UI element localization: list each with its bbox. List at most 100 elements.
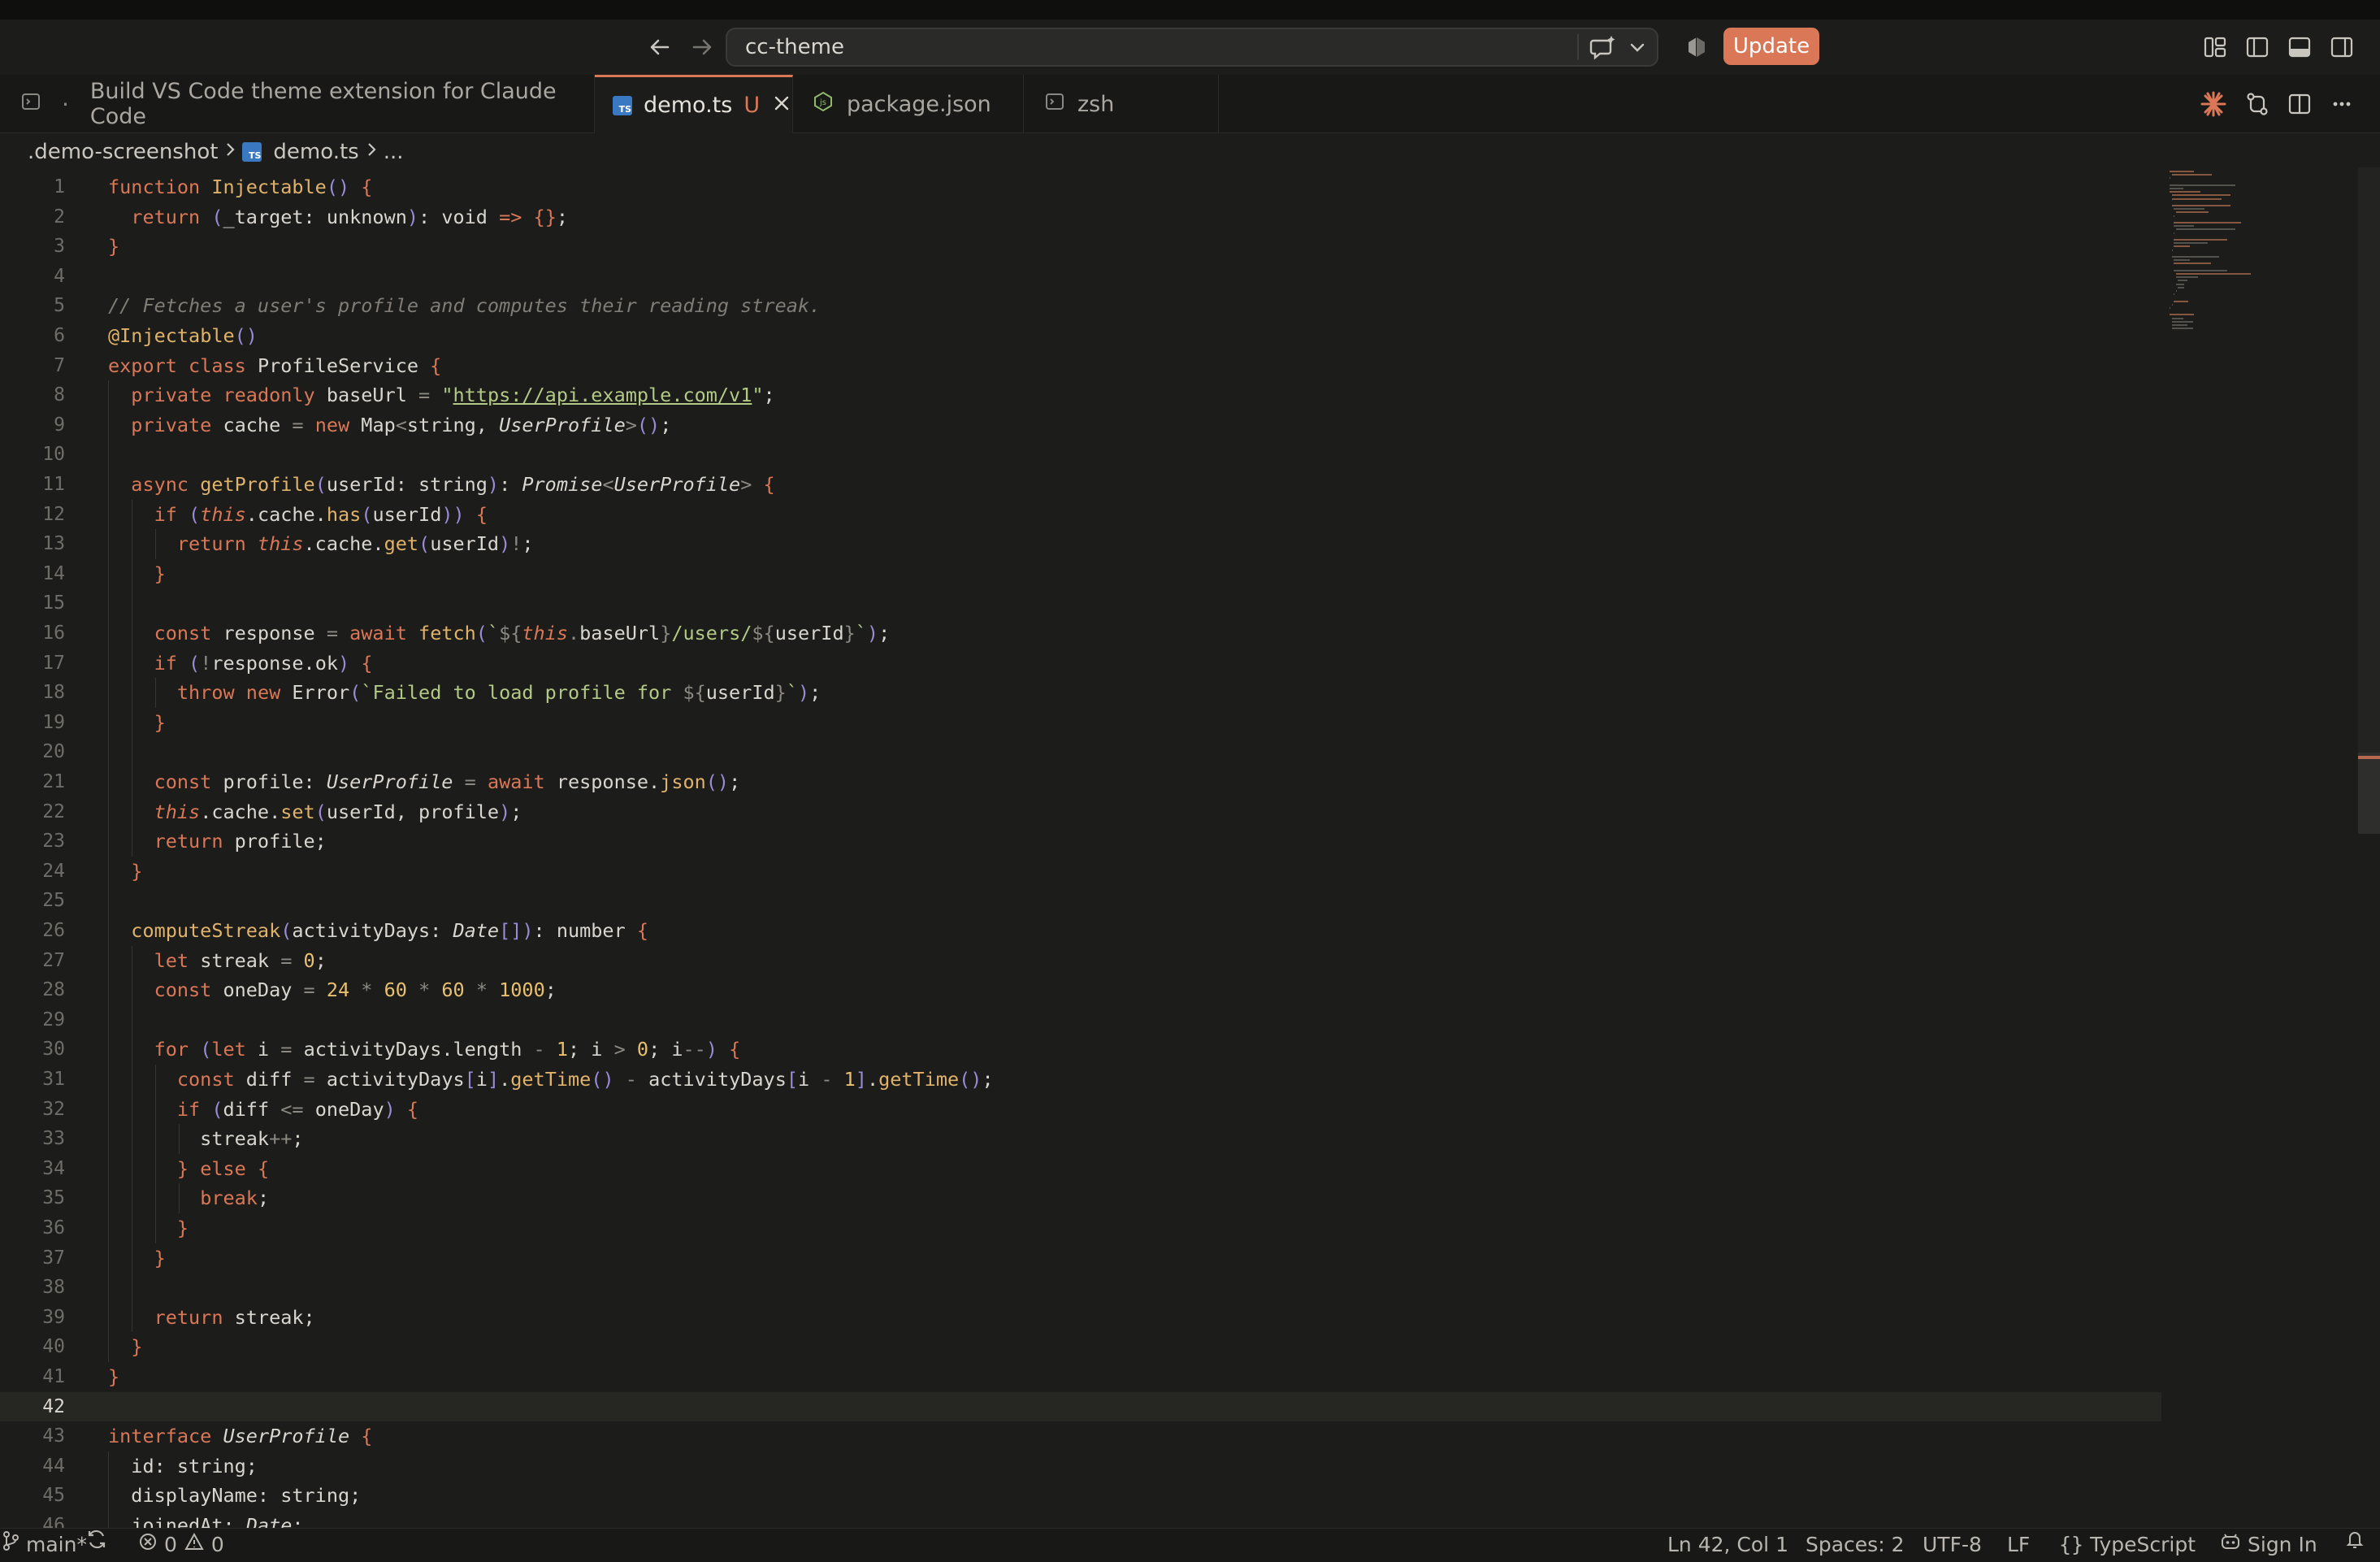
code-line[interactable]: 13 return this.cache.get(userId)!; (0, 529, 2161, 558)
code-line[interactable]: 30 for (let i = activityDays.length - 1;… (0, 1035, 2161, 1064)
code-line[interactable]: 32 if (diff <= oneDay) { (0, 1095, 2161, 1124)
code-line[interactable]: 2 return (_target: unknown): void => {}; (0, 202, 2161, 232)
code-line[interactable]: 11 async getProfile(userId: string): Pro… (0, 470, 2161, 499)
code-line[interactable]: 25 (0, 886, 2161, 915)
code-line[interactable]: 10 (0, 440, 2161, 469)
claude-sparkle-icon[interactable] (2199, 89, 2228, 122)
code-line[interactable]: 44 id: string; (0, 1451, 2161, 1481)
code-line[interactable]: 46 joinedAt: Date; (0, 1511, 2161, 1528)
code-text: } (131, 1335, 143, 1359)
code-line[interactable]: 15 (0, 588, 2161, 618)
command-center-search[interactable]: cc-theme (726, 28, 1658, 67)
sync-icon[interactable] (86, 1529, 107, 1550)
code-line[interactable]: 39 return streak; (0, 1303, 2161, 1332)
code-line[interactable]: 24 } (0, 857, 2161, 886)
code-line[interactable]: 45 displayName: string; (0, 1481, 2161, 1510)
code-line[interactable]: 27 let streak = 0; (0, 946, 2161, 975)
code-line[interactable]: 3} (0, 232, 2161, 261)
scrollbar-thumb[interactable] (2358, 753, 2380, 834)
code-line[interactable]: 17 if (!response.ok) { (0, 649, 2161, 678)
breadcrumb-folder[interactable]: .demo-screenshot (28, 140, 218, 164)
chat-sparkle-icon[interactable] (1589, 33, 1618, 66)
problems-indicator[interactable]: 0 0 (138, 1529, 224, 1561)
minimap-line (2175, 283, 2185, 285)
minimap-line (2171, 174, 2212, 176)
language-mode[interactable]: {} TypeScript (2059, 1529, 2196, 1561)
code-line[interactable]: 8 private readonly baseUrl = "https://ap… (0, 380, 2161, 410)
code-line[interactable]: 22 this.cache.set(userId, profile); (0, 797, 2161, 827)
code-line[interactable]: 9 private cache = new Map<string, UserPr… (0, 410, 2161, 440)
code-line[interactable]: 31 const diff = activityDays[i].getTime(… (0, 1065, 2161, 1094)
editor-scrollbar[interactable] (2358, 167, 2380, 834)
code-line[interactable]: 33 streak++; (0, 1124, 2161, 1153)
tab-claude-terminal[interactable]: · Build VS Code theme extension for Clau… (0, 75, 595, 133)
code-line[interactable]: 38 (0, 1273, 2161, 1302)
chevron-right-icon (364, 140, 379, 164)
code-line[interactable]: 34 } else { (0, 1154, 2161, 1183)
more-actions-icon[interactable] (2329, 91, 2355, 120)
code-line[interactable]: 29 (0, 1005, 2161, 1035)
code-line[interactable]: 28 const oneDay = 24 * 60 * 60 * 1000; (0, 975, 2161, 1004)
update-button[interactable]: Update (1723, 28, 1819, 65)
cursor-position[interactable]: Ln 42, Col 1 (1667, 1529, 1788, 1561)
code-line[interactable]: 23 return profile; (0, 827, 2161, 856)
close-icon[interactable] (773, 93, 791, 118)
code-line[interactable]: 42 (0, 1391, 2161, 1421)
code-line[interactable]: 35 break; (0, 1183, 2161, 1213)
toggle-panel-icon[interactable] (2282, 29, 2317, 65)
code-line[interactable]: 18 throw new Error(`Failed to load profi… (0, 678, 2161, 707)
code-line[interactable]: 7 export class ProfileService { (0, 351, 2161, 380)
branch-indicator[interactable]: main* (2, 1529, 87, 1561)
code-line[interactable]: 43 interface UserProfile { (0, 1421, 2161, 1451)
back-arrow-icon[interactable] (642, 29, 678, 65)
indent-guide (154, 678, 156, 708)
breadcrumb-more[interactable]: ... (384, 140, 404, 164)
minimap-line (2171, 256, 2220, 258)
forward-arrow-icon[interactable] (684, 29, 720, 65)
tab-package-json[interactable]: js package.json (793, 75, 1024, 133)
code-line[interactable]: 37 } (0, 1243, 2161, 1273)
nodejs-icon: js (813, 91, 834, 118)
bell-icon[interactable] (2345, 1529, 2365, 1550)
sign-in[interactable]: Sign In (2220, 1529, 2317, 1561)
encoding[interactable]: UTF-8 (1923, 1529, 1982, 1561)
toggle-secondary-sidebar-icon[interactable] (2324, 29, 2360, 65)
indentation[interactable]: Spaces: 2 (1806, 1529, 1904, 1561)
source-control-compare-icon[interactable] (2244, 91, 2270, 120)
code-line[interactable]: 36 } (0, 1213, 2161, 1243)
code-line[interactable]: 5 // Fetches a user's profile and compute… (0, 291, 2161, 320)
indent-guide (108, 1451, 109, 1528)
code-text: return profile; (154, 830, 327, 853)
code-line[interactable]: 12 if (this.cache.has(userId)) { (0, 500, 2161, 529)
code-text: const diff = activityDays[i].getTime() -… (176, 1068, 994, 1091)
scrollbar-cursor-marker (2358, 756, 2380, 759)
breadcrumb-file[interactable]: demo.ts (273, 140, 358, 164)
line-number: 17 (42, 652, 65, 674)
toggle-primary-sidebar-icon[interactable] (2239, 29, 2275, 65)
code-line[interactable]: 26 computeStreak(activityDays: Date[]): … (0, 916, 2161, 945)
code-line[interactable]: 16 const response = await fetch(`${this.… (0, 618, 2161, 648)
indent-guide (178, 1124, 180, 1154)
end-of-line[interactable]: LF (2007, 1529, 2030, 1561)
code-line[interactable]: 21 const profile: UserProfile = await re… (0, 767, 2161, 796)
chevron-down-icon[interactable] (1628, 37, 1647, 60)
code-line[interactable]: 19 } (0, 708, 2161, 737)
code-line[interactable]: 41} (0, 1362, 2161, 1391)
customize-layout-icon[interactable] (2197, 29, 2233, 65)
minimap[interactable] (2163, 167, 2326, 354)
minimap-line (2175, 273, 2252, 275)
line-number: 9 (54, 414, 65, 436)
line-number: 39 (42, 1306, 65, 1328)
code-line[interactable]: 1 function Injectable() { (0, 172, 2161, 202)
split-editor-icon[interactable] (2287, 91, 2313, 120)
code-line[interactable]: 14 } (0, 559, 2161, 588)
copilot-icon[interactable] (1679, 29, 1715, 65)
code-editor[interactable]: 1 function Injectable() {2 return (_targe… (0, 171, 2161, 1528)
line-number: 37 (42, 1247, 65, 1269)
code-line[interactable]: 6 @Injectable() (0, 321, 2161, 350)
code-line[interactable]: 4 (0, 262, 2161, 291)
code-line[interactable]: 40 } (0, 1332, 2161, 1361)
tab-demo-ts[interactable]: TS demo.ts U (595, 75, 793, 133)
tab-zsh[interactable]: zsh (1024, 75, 1219, 133)
code-line[interactable]: 20 (0, 737, 2161, 766)
